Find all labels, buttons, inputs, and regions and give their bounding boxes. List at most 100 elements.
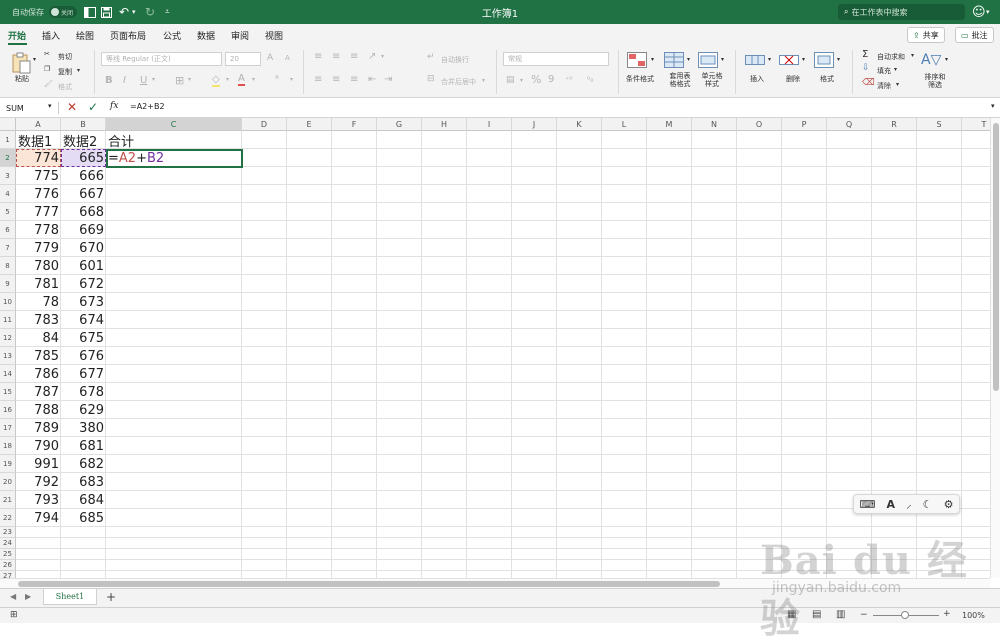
cell-a10[interactable]: 78 <box>16 293 61 311</box>
cell-b3[interactable]: 666 <box>61 167 106 185</box>
column-header-a[interactable]: A <box>16 118 61 131</box>
undo-dropdown-icon[interactable]: ▾ <box>132 0 136 24</box>
column-header-j[interactable]: J <box>512 118 557 131</box>
format-as-table-dropdown-icon[interactable]: ▾ <box>687 56 690 63</box>
clear-dropdown-icon[interactable]: ▾ <box>896 81 899 88</box>
cell-a14[interactable]: 786 <box>16 365 61 383</box>
cell-a6[interactable]: 778 <box>16 221 61 239</box>
row-header-8[interactable]: 8 <box>0 257 16 275</box>
vertical-scrollbar[interactable] <box>990 118 1000 578</box>
customize-toolbar-icon[interactable]: ⩡ <box>165 0 170 24</box>
enter-icon[interactable]: ✓ <box>88 100 98 114</box>
row-header-1[interactable]: 1 <box>0 131 16 149</box>
row-header-9[interactable]: 9 <box>0 275 16 293</box>
column-header-f[interactable]: F <box>332 118 377 131</box>
sidebar-toggle-icon[interactable] <box>84 0 96 24</box>
column-header-c[interactable]: C <box>106 118 242 131</box>
insert-cells-icon[interactable] <box>745 52 765 70</box>
format-as-table-icon[interactable] <box>664 52 684 70</box>
row-header-25[interactable]: 25 <box>0 549 16 560</box>
row-header-16[interactable]: 16 <box>0 401 16 419</box>
cell-a9[interactable]: 781 <box>16 275 61 293</box>
column-header-m[interactable]: M <box>647 118 692 131</box>
save-icon[interactable] <box>101 0 112 24</box>
cell-a19[interactable]: 991 <box>16 455 61 473</box>
macro-record-icon[interactable]: ⊞ <box>10 610 18 620</box>
normal-view-icon[interactable]: ▦ <box>787 609 796 620</box>
cell-styles-dropdown-icon[interactable]: ▾ <box>721 56 724 63</box>
tab-insert[interactable]: 插入 <box>42 29 60 42</box>
cell-b21[interactable]: 684 <box>61 491 106 509</box>
row-header-22[interactable]: 22 <box>0 509 16 527</box>
cell-styles-icon[interactable] <box>698 52 718 70</box>
row-header-19[interactable]: 19 <box>0 455 16 473</box>
row-header-6[interactable]: 6 <box>0 221 16 239</box>
row-header-7[interactable]: 7 <box>0 239 16 257</box>
format-cells-icon[interactable] <box>814 52 834 70</box>
insert-cells-label[interactable]: 插入 <box>750 74 764 84</box>
autosum-label[interactable]: 自动求和 <box>877 52 905 62</box>
delete-cells-icon[interactable] <box>779 52 799 70</box>
cut-label[interactable]: 剪切 <box>58 52 72 62</box>
row-header-21[interactable]: 21 <box>0 491 16 509</box>
cell-styles-label[interactable]: 单元格样式 <box>699 72 725 88</box>
comments-button[interactable]: ▭ 批注 <box>955 27 994 43</box>
sort-filter-dropdown-icon[interactable]: ▾ <box>945 56 948 63</box>
vertical-scroll-thumb[interactable] <box>993 123 999 391</box>
settings-gear-icon[interactable]: ⚙ <box>944 498 954 511</box>
row-header-26[interactable]: 26 <box>0 560 16 571</box>
column-header-h[interactable]: H <box>422 118 467 131</box>
expand-formula-bar-icon[interactable]: ▾ <box>991 102 995 110</box>
tab-view[interactable]: 视图 <box>265 29 283 42</box>
zoom-in-button[interactable]: + <box>943 609 951 619</box>
column-header-e[interactable]: E <box>287 118 332 131</box>
sort-filter-label[interactable]: 排序和筛选 <box>924 73 946 89</box>
fill-down-icon[interactable]: ⇩ <box>862 63 870 73</box>
column-header-g[interactable]: G <box>377 118 422 131</box>
cell-a16[interactable]: 788 <box>16 401 61 419</box>
tab-home[interactable]: 开始 <box>8 29 26 42</box>
column-header-d[interactable]: D <box>242 118 287 131</box>
cell-b13[interactable]: 676 <box>61 347 106 365</box>
zoom-slider-thumb[interactable] <box>901 611 909 619</box>
insert-function-icon[interactable]: fx <box>110 101 118 111</box>
cell-a8[interactable]: 780 <box>16 257 61 275</box>
cell-a20[interactable]: 792 <box>16 473 61 491</box>
cell-b10[interactable]: 673 <box>61 293 106 311</box>
fill-label[interactable]: 填充 <box>877 66 891 76</box>
row-header-4[interactable]: 4 <box>0 185 16 203</box>
cell-a4[interactable]: 776 <box>16 185 61 203</box>
cell-b9[interactable]: 672 <box>61 275 106 293</box>
account-dropdown-icon[interactable]: ▾ <box>986 0 990 24</box>
autosum-icon[interactable]: Σ <box>862 49 868 60</box>
cell-b22[interactable]: 685 <box>61 509 106 527</box>
sheet-tab-sheet1[interactable]: Sheet1 <box>43 589 97 605</box>
insert-cells-dropdown-icon[interactable]: ▾ <box>768 56 771 63</box>
row-header-24[interactable]: 24 <box>0 538 16 549</box>
column-header-n[interactable]: N <box>692 118 737 131</box>
copy-dropdown-icon[interactable]: ▾ <box>77 67 80 74</box>
add-sheet-button[interactable]: + <box>106 590 116 604</box>
tab-review[interactable]: 审阅 <box>231 29 249 42</box>
clear-label[interactable]: 清除 <box>877 81 891 91</box>
tab-page-layout[interactable]: 页面布局 <box>110 29 146 42</box>
column-header-l[interactable]: L <box>602 118 647 131</box>
clear-icon[interactable]: ⌫ <box>862 78 875 88</box>
select-all-corner[interactable] <box>0 118 16 131</box>
cell-b1[interactable]: 数据2 <box>61 131 106 150</box>
keyboard-icon[interactable]: ⌨ <box>860 498 876 511</box>
cell-a17[interactable]: 789 <box>16 419 61 437</box>
row-header-11[interactable]: 11 <box>0 311 16 329</box>
cell-a5[interactable]: 777 <box>16 203 61 221</box>
cell-a21[interactable]: 793 <box>16 491 61 509</box>
paste-icon[interactable] <box>10 52 32 76</box>
cell-a11[interactable]: 783 <box>16 311 61 329</box>
row-header-14[interactable]: 14 <box>0 365 16 383</box>
cell-b4[interactable]: 667 <box>61 185 106 203</box>
delete-cells-dropdown-icon[interactable]: ▾ <box>802 56 805 63</box>
moon-icon[interactable]: ☾ <box>923 498 933 511</box>
horizontal-scroll-thumb[interactable] <box>18 581 720 587</box>
column-header-o[interactable]: O <box>737 118 782 131</box>
cell-b15[interactable]: 678 <box>61 383 106 401</box>
row-header-12[interactable]: 12 <box>0 329 16 347</box>
